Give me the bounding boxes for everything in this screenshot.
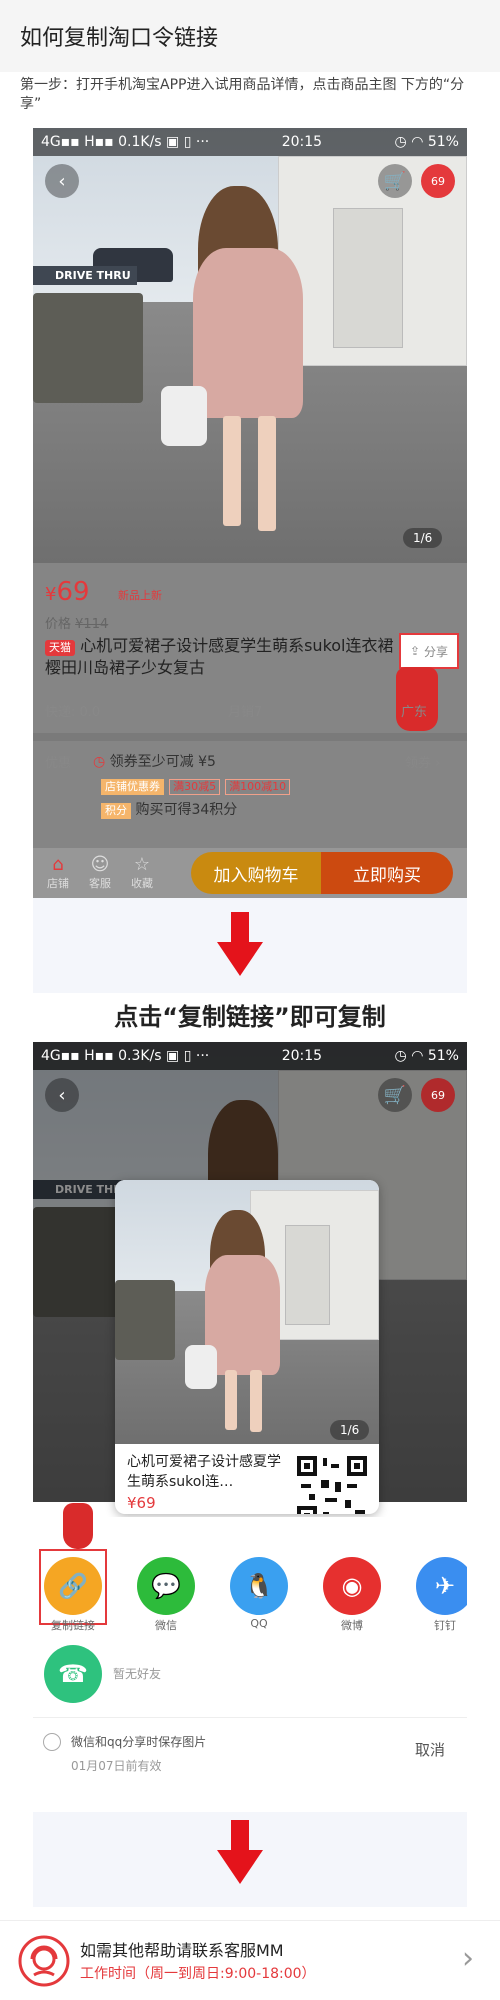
cart-count-badge[interactable]: 69 bbox=[421, 164, 455, 198]
screenshot-share-panel: DRIVE THRU 4G▪▪ H▪▪ 0.3K/s ▣ ▯ ··· 20:15… bbox=[33, 1042, 467, 1812]
screenshot-product-detail: DRIVE THRU 4G▪▪ H▪▪ 0.1K/s ▣ ▯ ··· 20:15… bbox=[33, 128, 467, 898]
shop-coupons: 店铺优惠券 满30减5 满100减10 bbox=[101, 775, 291, 795]
original-price: 价格 ¥114 bbox=[45, 617, 109, 632]
page-title: 如何复制淘口令链接 bbox=[20, 26, 219, 51]
shipping-fee: 快递: 0.0 bbox=[45, 705, 101, 720]
ship-location: 广东 bbox=[401, 705, 428, 720]
add-to-cart-button[interactable]: 加入购物车 bbox=[191, 852, 321, 894]
chevron-left-icon: ‹ bbox=[58, 170, 66, 192]
tmall-tag: 天猫 bbox=[45, 640, 75, 656]
status-bar: 4G▪▪ H▪▪ 0.1K/s ▣ ▯ ··· 20:15 ◷ ◠ 51% bbox=[33, 128, 467, 156]
product-title: 天猫 心机可爱裙子设计感夏学生萌系sukol连衣裙樱田川岛裙子少女复古 bbox=[45, 636, 394, 677]
down-arrow-icon bbox=[217, 1820, 263, 1884]
service-icon: ☺ bbox=[90, 854, 110, 875]
coupon-icon: ◷ bbox=[93, 754, 106, 770]
share-weibo-button[interactable]: ◉ bbox=[323, 1557, 381, 1615]
share-qq-button[interactable]: 🐧 bbox=[230, 1557, 288, 1615]
claim-coupon-link[interactable]: 领券 › bbox=[405, 752, 440, 771]
coupon-row[interactable]: ◷ 领券至少可减 ¥5 bbox=[93, 751, 216, 771]
image-counter: 1/6 bbox=[330, 1420, 370, 1440]
no-friends-label: 暂无好友 bbox=[113, 1667, 162, 1681]
qr-code-icon bbox=[295, 1454, 369, 1514]
weibo-label: 微博 bbox=[341, 1619, 363, 1632]
share-icon: ⇪ bbox=[410, 644, 421, 658]
drive-thru-sign: DRIVE THRU bbox=[33, 266, 137, 285]
share-wechat-button[interactable]: 💬 bbox=[137, 1557, 195, 1615]
back-button[interactable]: ‹ bbox=[45, 164, 79, 198]
cart-count-badge[interactable]: 69 bbox=[421, 1078, 455, 1112]
contacts-button[interactable]: ☎ bbox=[44, 1645, 102, 1703]
save-image-label: 微信和qq分享时保存图片 bbox=[71, 1735, 207, 1749]
service-nav[interactable]: ☺ 客服 bbox=[85, 854, 115, 891]
share-card-title: 心机可爱裙子设计感夏学生萌系sukol连… bbox=[127, 1454, 281, 1490]
cart-icon: 🛒 bbox=[383, 170, 407, 192]
save-image-checkbox[interactable] bbox=[43, 1733, 61, 1751]
wechat-label: 微信 bbox=[155, 1619, 177, 1632]
favorite-nav[interactable]: ☆ 收藏 bbox=[127, 854, 157, 891]
dingtalk-icon: ✈ bbox=[434, 1572, 456, 1600]
copy-link-button[interactable]: 🔗 bbox=[44, 1557, 102, 1615]
page-header: 如何复制淘口令链接 bbox=[0, 0, 500, 72]
status-bar: 4G▪▪ H▪▪ 0.3K/s ▣ ▯ ··· 20:15 ◷ ◠ 51% bbox=[33, 1042, 467, 1070]
chevron-left-icon: ‹ bbox=[58, 1084, 66, 1106]
wechat-icon: 💬 bbox=[151, 1572, 181, 1600]
copy-link-label: 复制链接 bbox=[51, 1619, 95, 1632]
qq-icon: 🐧 bbox=[244, 1572, 274, 1600]
back-button[interactable]: ‹ bbox=[45, 1078, 79, 1112]
share-sheet: 🔗 复制链接 💬 微信 🐧 QQ ◉ 微博 ✈ 钉钉 ☎ 暂无好友 微信和qq分… bbox=[33, 1503, 467, 1812]
star-icon: ☆ bbox=[133, 854, 151, 875]
image-counter: 1/6 bbox=[403, 528, 443, 548]
share-card-price: ¥69 bbox=[127, 1494, 156, 1512]
down-arrow-icon bbox=[217, 912, 263, 976]
pointing-hand-icon bbox=[396, 667, 438, 731]
step2-caption: 点击“复制链接”即可复制 bbox=[114, 1003, 386, 1031]
monthly-sales: 月销7 bbox=[228, 705, 263, 720]
help-footer[interactable]: 如需其他帮助请联系客服MM 工作时间（周一到周日:9:00-18:00） › bbox=[0, 1920, 500, 2000]
new-arrival-tag: 新品上新 bbox=[118, 589, 162, 602]
share-dingtalk-button[interactable]: ✈ bbox=[416, 1557, 467, 1615]
buy-now-button[interactable]: 立即购买 bbox=[321, 852, 453, 894]
valid-until-text: 01月07日前有效 bbox=[71, 1759, 162, 1773]
service-hours: 工作时间（周一到周日:9:00-18:00） bbox=[80, 1966, 316, 1982]
cart-button[interactable]: 🛒 bbox=[378, 1078, 412, 1112]
share-card-image: 1/6 bbox=[115, 1180, 379, 1444]
customer-service-icon bbox=[18, 1935, 70, 1987]
step-instruction: 第一步：打开手机淘宝APP进入试用商品详情，点击商品主图 下方的“分享” bbox=[20, 77, 465, 112]
weibo-icon: ◉ bbox=[341, 1572, 363, 1600]
cancel-button[interactable]: 取消 bbox=[415, 1739, 445, 1760]
pointing-hand-icon bbox=[63, 1503, 93, 1549]
help-text: 如需其他帮助请联系客服MM bbox=[80, 1941, 284, 1960]
points-row: 积分 购买可得34积分 bbox=[101, 799, 237, 819]
promo-label: 优惠 bbox=[45, 756, 72, 771]
shop-icon: ⌂ bbox=[52, 854, 64, 875]
qq-label: QQ bbox=[250, 1617, 268, 1630]
cart-button[interactable]: 🛒 bbox=[378, 164, 412, 198]
product-main-image[interactable]: DRIVE THRU 4G▪▪ H▪▪ 0.1K/s ▣ ▯ ··· 20:15… bbox=[33, 128, 467, 563]
shop-nav[interactable]: ⌂ 店铺 bbox=[43, 854, 73, 891]
price: ¥69 bbox=[45, 577, 90, 607]
bottom-action-bar: ⌂ 店铺 ☺ 客服 ☆ 收藏 加入购物车 立即购买 bbox=[33, 848, 467, 898]
dingtalk-label: 钉钉 bbox=[434, 1619, 456, 1632]
share-preview-card: 1/6 心机可爱裙子设计感夏学生萌系sukol连… ¥69 bbox=[115, 1180, 379, 1514]
chevron-right-icon: › bbox=[462, 1941, 474, 1976]
share-button[interactable]: ⇪ 分享 bbox=[399, 633, 459, 669]
contact-icon: ☎ bbox=[58, 1660, 88, 1688]
cart-icon: 🛒 bbox=[383, 1084, 407, 1106]
link-icon: 🔗 bbox=[58, 1572, 88, 1600]
